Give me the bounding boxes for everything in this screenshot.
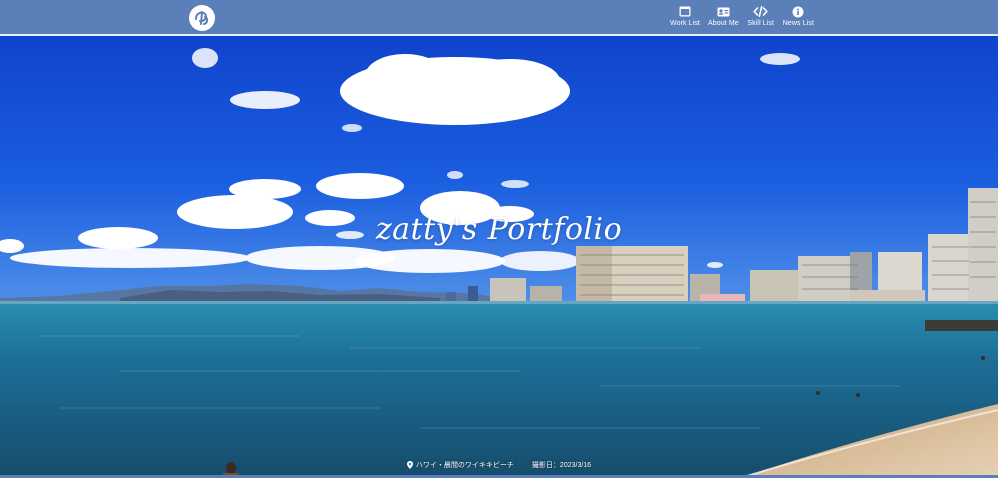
nav-label: Work List xyxy=(670,20,700,27)
nav-label: Skill List xyxy=(747,20,775,27)
info-circle-icon xyxy=(792,5,804,18)
page: Work List About Me Skill List News List … xyxy=(0,0,998,478)
logo-mark-icon xyxy=(192,8,212,28)
photo-caption: ハワイ・晨間のワイキキビーチ 撮影日：2023/3/16 xyxy=(0,460,998,470)
site-title: zatty's Portfolio xyxy=(375,212,623,247)
nav-label: News List xyxy=(782,20,814,27)
nav-skill-list[interactable]: Skill List xyxy=(747,5,775,27)
hero-photo xyxy=(0,36,998,478)
main-nav: Work List About Me Skill List News List xyxy=(670,5,814,27)
nav-news-list[interactable]: News List xyxy=(783,5,814,27)
map-pin-icon xyxy=(406,461,413,469)
caption-location-text: ハワイ・晨間のワイキキビーチ xyxy=(415,462,514,469)
code-icon xyxy=(753,5,768,18)
nav-work-list[interactable]: Work List xyxy=(670,5,700,27)
id-card-icon xyxy=(717,5,730,18)
browser-window-icon xyxy=(679,5,691,18)
caption-location: ハワイ・晨間のワイキキビーチ xyxy=(406,460,514,470)
nav-about-me[interactable]: About Me xyxy=(708,5,739,27)
caption-date: 撮影日：2023/3/16 xyxy=(531,462,592,469)
hero-section: zatty's Portfolio ハワイ・晨間のワイキキビーチ 撮影日：202… xyxy=(0,36,998,478)
site-header: Work List About Me Skill List News List xyxy=(0,0,998,36)
nav-label: About Me xyxy=(707,20,739,27)
logo-link[interactable] xyxy=(189,5,215,31)
